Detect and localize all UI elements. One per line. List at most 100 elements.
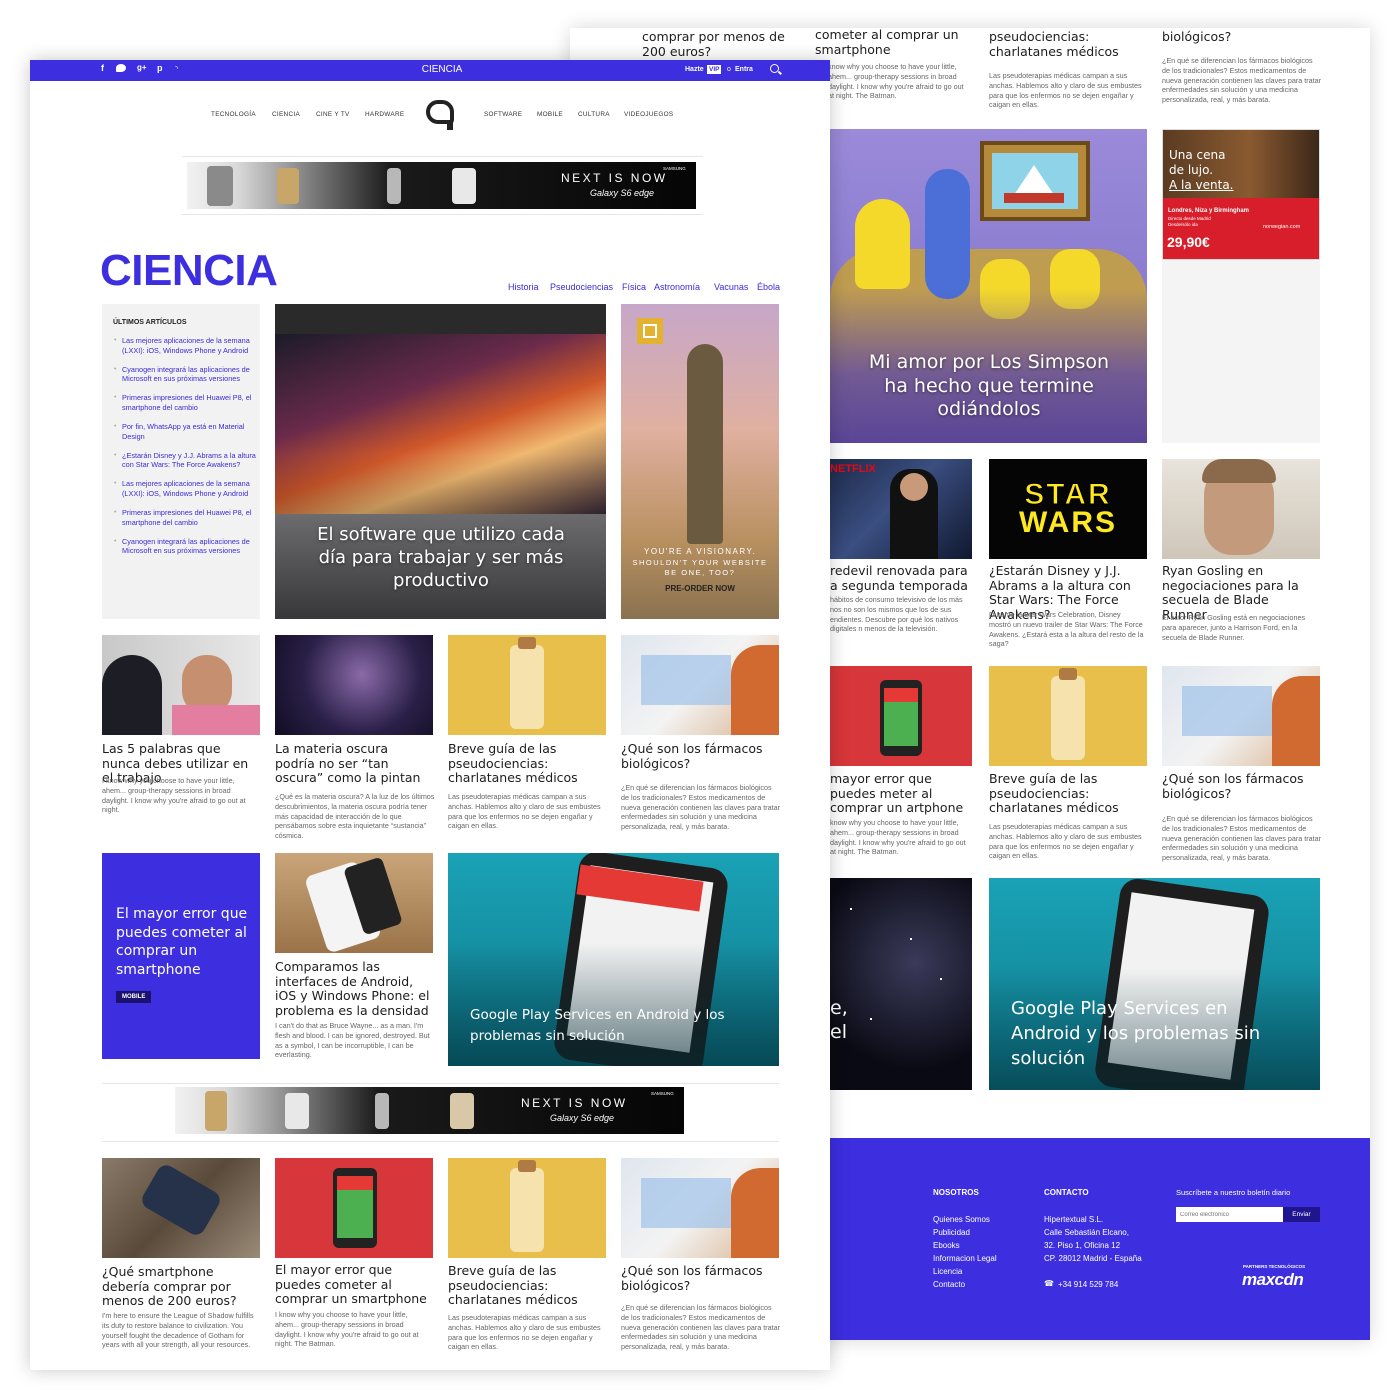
feature-title[interactable]: Mi amor por Los Simpson ha hecho que ter… [858,351,1120,422]
phone-red-thumb[interactable] [830,666,972,766]
sidebar-article-link[interactable]: Las mejores aplicaciones de la semana (L… [102,336,260,355]
tag-fisica[interactable]: Física [622,282,646,292]
sidebar-article-link[interactable]: Cyanogen integrará las aplicaciones de M… [102,365,260,384]
promo-title[interactable]: El mayor error que puedes cometer al com… [116,905,256,979]
nav-item-software[interactable]: SOFTWARE [484,111,522,118]
gosling-thumb[interactable] [1162,459,1320,559]
samsung-ad-top[interactable]: NEXT IS NOW Galaxy S6 edge SAMSUNG [187,162,696,209]
category-badge[interactable]: MOBILE [116,991,152,1003]
gplay-feature[interactable]: Google Play Services en Android y los pr… [989,878,1320,1090]
article-title[interactable]: ¿Qué smartphone debería comprar por meno… [102,1264,262,1309]
hazte-label[interactable]: Hazte [685,66,704,73]
phone-red-thumb[interactable] [275,1158,433,1258]
top-bar: f g+ p ◝ CIENCIA Hazte VIP o Entra [30,60,830,81]
main-feature[interactable]: El software que utilizo cada día para tr… [275,304,606,619]
footer-link[interactable]: Publicidad [933,1226,970,1239]
tag-historia[interactable]: Historia [508,282,539,292]
tag-ebola[interactable]: Ébola [757,282,780,292]
footer-link[interactable]: Licencia [933,1265,962,1278]
article-title[interactable]: Breve guía de las pseudociencias: charla… [448,1263,598,1308]
article-title[interactable]: redevil renovada para a segunda temporad… [830,563,970,593]
tag-vacunas[interactable]: Vacunas [714,282,748,292]
starwars-thumb[interactable]: STAR WARS [989,459,1147,559]
address-line: 32. Piso 1, Oficina 12 [1044,1241,1121,1250]
ad-line: YOU'RE A VISIONARY. [644,547,756,556]
pill-jar-thumb[interactable] [448,635,606,735]
article-title[interactable]: ¿Qué son los fármacos biológicos? [1162,771,1312,801]
article-title[interactable]: comprar por menos de 200 euros? [642,29,797,59]
footer-link[interactable]: Quienes Somos [933,1213,990,1226]
phones-compare-thumb[interactable] [275,853,433,953]
nav-item-hardware[interactable]: HARDWARE [365,111,404,118]
pill-jar-thumb[interactable] [989,666,1147,766]
tag-pseudociencias[interactable]: Pseudociencias [550,282,613,292]
sidebar-article-link[interactable]: Cyanogen integrará las aplicaciones de M… [102,537,260,556]
woman-thumb[interactable] [102,635,260,735]
nav-item-cine[interactable]: CINE Y TV [316,111,350,118]
samsung-ad-bottom[interactable]: NEXT IS NOW Galaxy S6 edge SAMSUNG [175,1087,684,1134]
nav-item-cultura[interactable]: CULTURA [578,111,610,118]
ad-cta-button[interactable]: PRE-ORDER NOW [621,584,779,593]
article-title[interactable]: Breve guía de las pseudociencias: charla… [989,771,1139,816]
phone-number[interactable]: +34 914 529 784 [1058,1278,1118,1291]
article-title[interactable]: El mayor error que puedes cometer al com… [275,1262,430,1307]
article-title[interactable]: La materia oscura podría no ser “tan osc… [275,741,430,786]
footer-link[interactable]: Contacto [933,1278,965,1291]
feature-title[interactable]: Google Play Services en Android y los pr… [470,1005,760,1047]
ad-product: Galaxy S6 edge [590,188,655,198]
nav-item-ciencia[interactable]: CIENCIA [272,111,300,118]
lab-thumb[interactable] [621,1158,779,1258]
article-title[interactable]: cometer al comprar un smartphone [815,28,965,57]
nav-item-mobile[interactable]: MOBILE [537,111,563,118]
lab-thumb[interactable] [621,635,779,735]
space-feature[interactable]: e, el [830,878,972,1090]
sidebar-article-link[interactable]: Primeras impresiones del Huawei P8, el s… [102,508,260,527]
facebook-icon[interactable]: f [101,63,104,73]
pinterest-icon[interactable]: p [157,63,163,73]
gplay-feature[interactable]: Google Play Services en Android y los pr… [448,853,779,1066]
sidebar-article-link[interactable]: Las mejores aplicaciones de la semana (L… [102,479,260,498]
tag-astronomia[interactable]: Astronomía [654,282,700,292]
article-title[interactable]: Breve guía de las pseudociencias: charla… [448,741,598,786]
article-excerpt: ¿En qué se diferencian los fármacos biol… [1162,56,1322,105]
article-title[interactable]: ¿Qué son los fármacos biológicos? [621,1263,771,1293]
newsletter-email-input[interactable] [1176,1207,1283,1222]
newsletter-submit-button[interactable]: Enviar [1283,1207,1320,1222]
nav-item-tecnologia[interactable]: TECNOLOGÍA [211,111,256,118]
article-excerpt: Las pseudoterapias médicas campan a sus … [989,71,1142,110]
login-link[interactable]: Entra [735,66,753,73]
sidebar-article-link[interactable]: ¿Estarán Disney y J.J. Abrams a la altur… [102,451,260,470]
article-title[interactable]: Comparamos las interfaces de Android, iO… [275,959,435,1018]
feature-title[interactable]: Google Play Services en Android y los pr… [1011,996,1271,1071]
article-excerpt: ¿En qué se diferencian los fármacos biol… [621,783,781,832]
promo-card[interactable]: El mayor error que puedes cometer al com… [102,853,260,1059]
lab-thumb[interactable] [1162,666,1320,766]
sidebar-article-link[interactable]: Primeras impresiones del Huawei P8, el s… [102,393,260,412]
article-excerpt: ¿En qué se diferencian los fármacos biol… [621,1303,781,1352]
article-title[interactable]: pseudociencias: charlatanes médicos [989,29,1139,59]
visionary-ad[interactable]: YOU'RE A VISIONARY. SHOULDN'T YOUR WEBSI… [621,304,779,619]
article-title[interactable]: ¿Qué son los fármacos biológicos? [621,741,771,771]
dark-matter-thumb[interactable] [275,635,433,735]
smartphone-wood-thumb[interactable] [102,1158,260,1258]
daredevil-thumb[interactable]: NETFLIX [830,459,972,559]
footer-link[interactable]: Ebooks [933,1239,960,1252]
nav-item-videojuegos[interactable]: VIDEOJUEGOS [624,111,673,118]
page-title: CIENCIA [100,246,278,295]
front-page: f g+ p ◝ CIENCIA Hazte VIP o Entra TECNO… [30,60,830,1370]
maxcdn-logo[interactable]: maxcdn [1242,1270,1304,1290]
twitter-icon[interactable] [116,64,126,72]
netflix-logo: NETFLIX [830,463,876,475]
article-title[interactable]: biológicos? [1162,29,1317,45]
google-plus-icon[interactable]: g+ [137,63,147,72]
vip-badge[interactable]: VIP [707,65,722,74]
ad-line: A la venta. [1169,178,1234,192]
footer-link[interactable]: Informacion Legal [933,1252,997,1265]
sidebar-article-link[interactable]: Por fin, WhatsApp ya está en Material De… [102,422,260,441]
rss-icon[interactable]: ◝ [175,64,178,73]
norwegian-ad[interactable]: Una cena de lujo. A la venta. Londres, N… [1162,129,1320,260]
feature-title[interactable]: El software que utilizo cada día para tr… [315,523,567,592]
article-title[interactable]: mayor error que puedes meter al comprar … [830,771,970,816]
pill-jar-thumb[interactable] [448,1158,606,1258]
simpsons-feature[interactable]: Mi amor por Los Simpson ha hecho que ter… [830,129,1147,443]
